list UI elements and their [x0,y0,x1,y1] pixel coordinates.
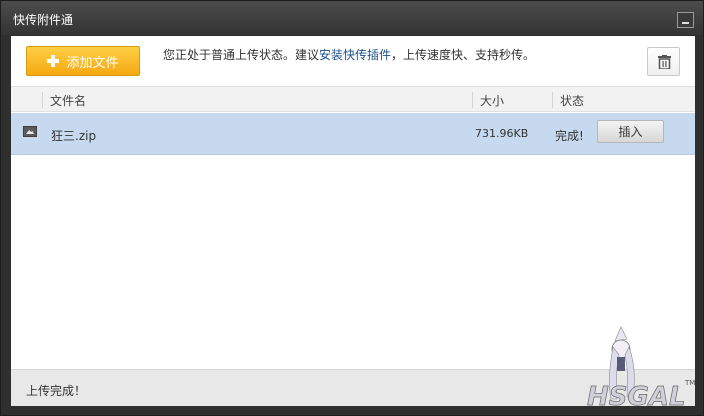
column-divider [472,92,473,108]
upload-mode-notice: 您正处于普通上传状态。建议安装快传插件，上传速度快、支持秒传。 [163,46,535,63]
image-file-icon [23,126,37,137]
insert-button[interactable]: 插入 [597,120,664,143]
watermark-logo-icon: HSGAL TM [587,326,695,409]
attachment-upload-dialog: 快传附件通 添加文件 您正处于普通上传状态。建议安装快传插件，上传速度快、支持秒… [0,0,704,416]
add-file-label: 添加文件 [66,55,119,71]
file-size: 731.96KB [475,127,529,140]
trash-icon [658,55,671,69]
column-header-filename[interactable]: 文件名 [50,92,86,109]
column-header-status[interactable]: 状态 [560,92,584,109]
notice-suffix: ，上传速度快、支持秒传。 [391,48,536,62]
window-title: 快传附件通 [13,13,74,27]
delete-button[interactable] [647,47,680,76]
column-divider [552,92,553,108]
svg-text:TM: TM [684,379,695,387]
file-name: 狂三.zip [51,129,97,143]
column-header-size[interactable]: 大小 [480,92,504,109]
column-divider [42,92,43,108]
minimize-button[interactable] [677,12,694,28]
add-file-button[interactable]: 添加文件 [26,46,140,76]
svg-text:HSGAL: HSGAL [587,382,686,409]
plus-icon [47,55,60,67]
toolbar: 添加文件 您正处于普通上传状态。建议安装快传插件，上传速度快、支持秒传。 [11,36,695,84]
title-bar: 快传附件通 [1,1,703,35]
status-text: 上传完成！ [26,384,87,398]
file-list-header: 文件名 大小 状态 [11,86,695,112]
file-row[interactable]: 狂三.zip 731.96KB 完成! 插入 [11,113,695,155]
file-status: 完成! [555,129,584,143]
notice-prefix: 您正处于普通上传状态。建议 [163,48,320,62]
install-plugin-link[interactable]: 安装快传插件 [319,48,391,62]
